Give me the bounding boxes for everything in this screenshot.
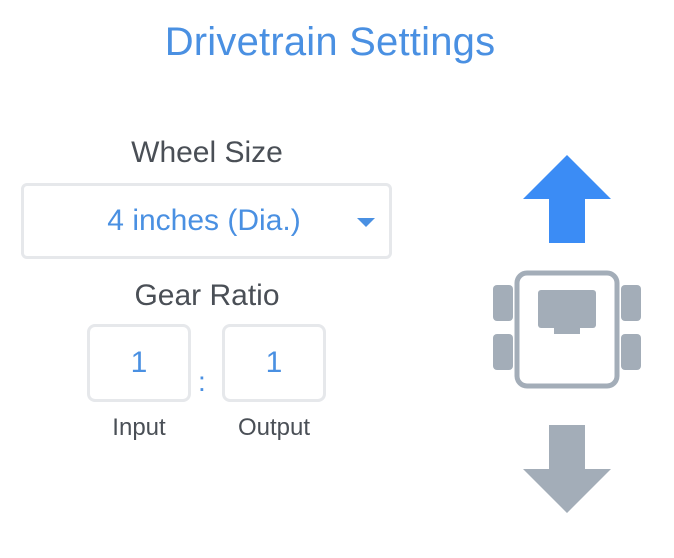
wheel-size-selected-value: 4 inches (Dia.) xyxy=(107,204,301,237)
wheel-size-label: Wheel Size xyxy=(131,136,283,169)
robot-topview-icon xyxy=(492,270,642,395)
forward-direction-button[interactable] xyxy=(522,154,612,249)
drivetrain-settings-page: Drivetrain Settings Wheel Size 4 inches … xyxy=(0,0,674,558)
arrow-up-icon xyxy=(523,155,611,243)
page-title: Drivetrain Settings xyxy=(164,20,496,64)
gear-ratio-label: Gear Ratio xyxy=(134,279,280,312)
ratio-separator: : xyxy=(198,366,206,397)
arrow-down-icon xyxy=(523,425,611,513)
gear-output-field[interactable]: 1 xyxy=(222,324,326,402)
chevron-down-icon xyxy=(357,218,375,227)
gear-input-label: Input xyxy=(112,414,166,441)
gear-input-field[interactable]: 1 xyxy=(87,324,191,402)
wheel-size-select[interactable]: 4 inches (Dia.) xyxy=(21,183,392,259)
gear-output-label: Output xyxy=(237,414,311,441)
reverse-direction-button[interactable] xyxy=(522,424,612,519)
